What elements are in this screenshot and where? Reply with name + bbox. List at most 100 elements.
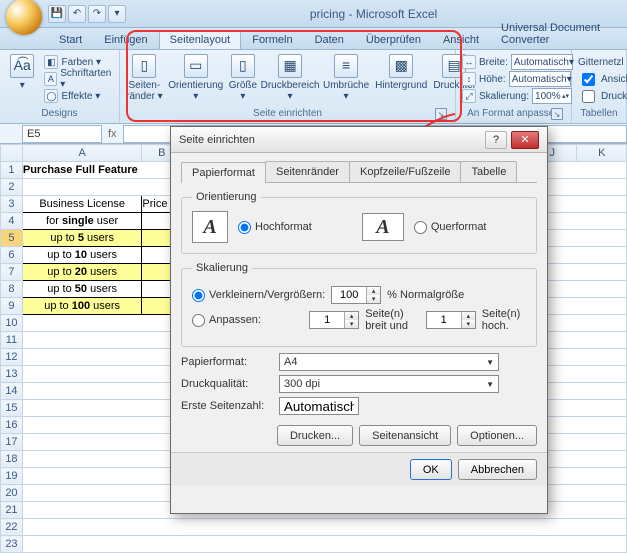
group-scale-label: An Format anpassen: [467, 108, 560, 119]
paper-combo[interactable]: A4▼: [279, 353, 499, 371]
colors-icon: ◧: [44, 55, 58, 69]
size-button[interactable]: ▯Größe ▾: [229, 54, 257, 102]
printarea-icon: ▦: [278, 54, 302, 78]
scale-row[interactable]: ⤢Skalierung:100%▴▾: [462, 88, 573, 104]
background-icon: ▩: [389, 54, 413, 78]
tab-uberprufen[interactable]: Überprüfen: [355, 30, 432, 49]
row-header[interactable]: 8: [1, 281, 23, 298]
orientation-button[interactable]: ▭Orientierung ▾: [169, 54, 223, 102]
grid-print-check[interactable]: Drucke: [578, 88, 627, 104]
row-header[interactable]: 3: [1, 196, 23, 213]
fonts-button[interactable]: ASchriftarten ▾: [44, 71, 113, 87]
fit-wide-spinner[interactable]: ▴▾: [309, 311, 359, 329]
dialog-help-button[interactable]: ?: [485, 131, 507, 149]
ok-button[interactable]: OK: [410, 459, 452, 480]
options-button[interactable]: Optionen...: [457, 425, 537, 446]
dialog-tab-headerfooter[interactable]: Kopfzeile/Fußzeile: [349, 161, 462, 182]
row-header[interactable]: 19: [1, 468, 23, 485]
row-header[interactable]: 4: [1, 213, 23, 230]
row-header[interactable]: 6: [1, 247, 23, 264]
adjust-to-radio[interactable]: Verkleinern/Vergrößern:: [192, 289, 325, 302]
dialog-tab-sheet[interactable]: Tabelle: [460, 161, 517, 182]
height-row[interactable]: ↕Höhe:Automatisch▾: [462, 71, 573, 87]
firstpage-input[interactable]: [279, 397, 359, 415]
tab-einfugen[interactable]: Einfügen: [93, 30, 158, 49]
tab-seitenlayout[interactable]: Seitenlayout: [159, 30, 242, 49]
page-setup-launcher[interactable]: ↘: [435, 108, 447, 120]
effects-button[interactable]: ◯Effekte ▾: [44, 88, 113, 104]
name-box[interactable]: E5: [22, 125, 102, 143]
print-button[interactable]: Drucken...: [277, 425, 353, 446]
dialog-close-button[interactable]: ✕: [511, 131, 539, 149]
cell[interactable]: up to 20 users: [22, 264, 142, 281]
page-setup-dialog: Seite einrichten ? ✕ Papierformat Seiten…: [170, 126, 548, 514]
themes-icon: A͡a: [10, 54, 34, 78]
fit-tall-spinner[interactable]: ▴▾: [426, 311, 476, 329]
select-all-corner[interactable]: [1, 145, 23, 162]
cell[interactable]: up to 5 users: [22, 230, 142, 247]
group-designs-label: Designs: [6, 107, 113, 121]
tab-ansicht[interactable]: Ansicht: [432, 30, 490, 49]
cell[interactable]: up to 100 users: [22, 298, 142, 315]
margins-button[interactable]: ▯Seiten- ränder ▾: [126, 54, 163, 102]
qat-save-icon[interactable]: 💾: [48, 5, 66, 23]
background-button[interactable]: ▩Hintergrund: [375, 54, 427, 91]
row-header[interactable]: 7: [1, 264, 23, 281]
fit-to-radio[interactable]: Anpassen:: [192, 314, 261, 327]
dpi-combo[interactable]: 300 dpi▼: [279, 375, 499, 393]
row-header[interactable]: 13: [1, 366, 23, 383]
row-header[interactable]: 17: [1, 434, 23, 451]
scale-launcher[interactable]: ↘: [551, 108, 563, 120]
cell[interactable]: Business License: [22, 196, 142, 213]
printarea-button[interactable]: ▦Druckbereich ▾: [263, 54, 317, 102]
chevron-down-icon: ▾: [567, 74, 572, 85]
cell[interactable]: up to 50 users: [22, 281, 142, 298]
cell[interactable]: for single user: [22, 213, 142, 230]
scale-percent-spinner[interactable]: ▴▾: [331, 286, 381, 304]
col-header[interactable]: K: [577, 145, 627, 162]
themes-button[interactable]: A͡a ▾: [6, 54, 38, 91]
landscape-radio[interactable]: Querformat: [414, 221, 487, 234]
fit-mid-label: Seite(n) breit und: [365, 308, 420, 332]
row-header[interactable]: 5: [1, 230, 23, 247]
ribbon: A͡a ▾ ◧Farben ▾ ASchriftarten ▾ ◯Effekte…: [0, 50, 627, 124]
col-header[interactable]: A: [22, 145, 142, 162]
row-header[interactable]: 16: [1, 417, 23, 434]
tab-formeln[interactable]: Formeln: [241, 30, 303, 49]
row-header[interactable]: 12: [1, 349, 23, 366]
breaks-button[interactable]: ≡Umbrüche ▾: [323, 54, 369, 102]
row-header[interactable]: 15: [1, 400, 23, 417]
row-header[interactable]: 21: [1, 502, 23, 519]
grid-view-check[interactable]: Ansicht: [578, 71, 627, 87]
row-header[interactable]: 10: [1, 315, 23, 332]
tab-udc[interactable]: Universal Document Converter: [490, 18, 627, 49]
width-row[interactable]: ↔Breite:Automatisch▾: [462, 54, 573, 70]
qat-undo-icon[interactable]: ↶: [68, 5, 86, 23]
qat-redo-icon[interactable]: ↷: [88, 5, 106, 23]
qat-custom-icon[interactable]: ▾: [108, 5, 126, 23]
tab-daten[interactable]: Daten: [304, 30, 355, 49]
row-header[interactable]: 22: [1, 519, 23, 536]
row-header[interactable]: 18: [1, 451, 23, 468]
office-orb-button[interactable]: [6, 0, 42, 35]
row-header[interactable]: 11: [1, 332, 23, 349]
fx-icon[interactable]: fx: [108, 128, 117, 140]
row-header[interactable]: 9: [1, 298, 23, 315]
scaling-group: Skalierung Verkleinern/Vergrößern: ▴▾ % …: [181, 262, 537, 347]
firstpage-label: Erste Seitenzahl:: [181, 400, 273, 412]
row-header[interactable]: 20: [1, 485, 23, 502]
dialog-tab-margins[interactable]: Seitenränder: [265, 161, 350, 182]
breaks-icon: ≡: [334, 54, 358, 78]
row-header[interactable]: 23: [1, 536, 23, 553]
cell[interactable]: up to 10 users: [22, 247, 142, 264]
row-header[interactable]: 2: [1, 179, 23, 196]
tab-start[interactable]: Start: [48, 30, 93, 49]
cancel-button[interactable]: Abbrechen: [458, 459, 537, 480]
preview-button[interactable]: Seitenansicht: [359, 425, 451, 446]
dialog-tab-paper[interactable]: Papierformat: [181, 162, 266, 183]
themes-caret-icon: ▾: [20, 80, 25, 91]
portrait-radio[interactable]: Hochformat: [238, 221, 312, 234]
row-header[interactable]: 14: [1, 383, 23, 400]
row-header[interactable]: 1: [1, 162, 23, 179]
group-page-label: Seite einrichten: [253, 108, 322, 119]
